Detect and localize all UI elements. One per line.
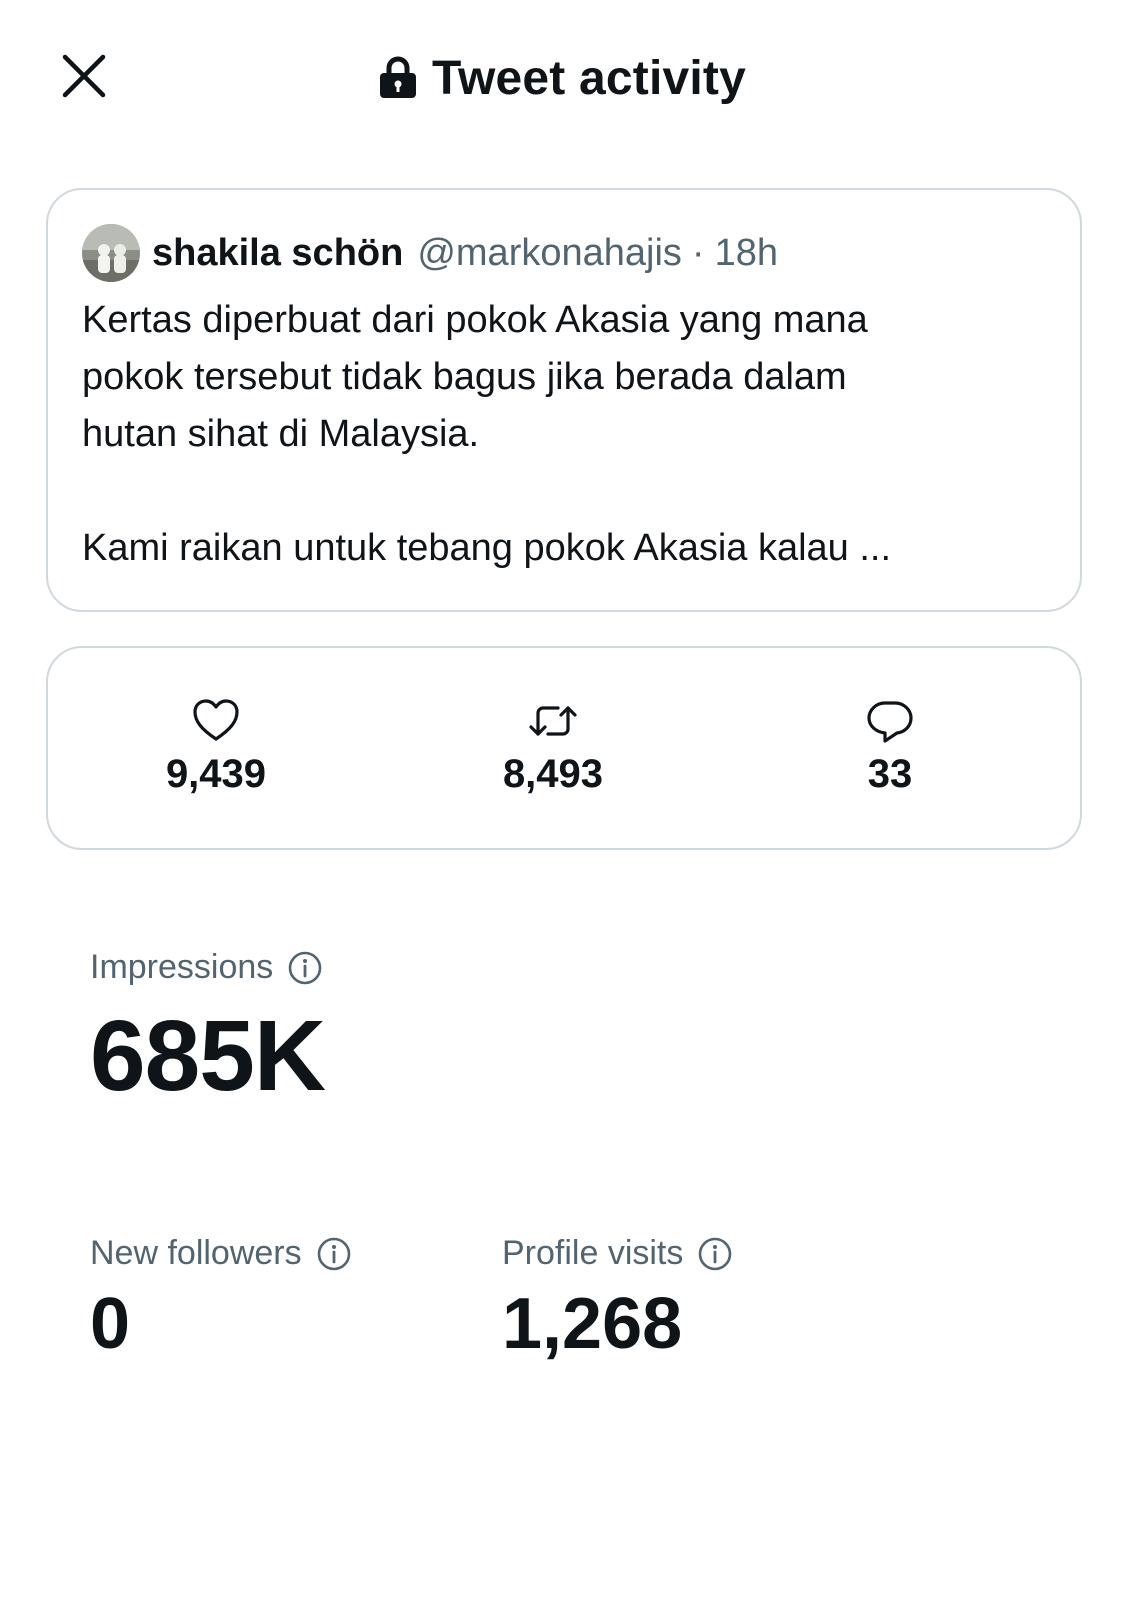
retweets-stat[interactable]: 8,493 — [453, 696, 653, 797]
tweet-text: Kertas diperbuat dari pokok Akasia yang … — [82, 292, 1046, 577]
impressions-metric: Impressions 685K — [90, 948, 326, 1112]
tweet-activity-page: Tweet activity shakila schön @markonahaj… — [0, 0, 1124, 1598]
page-title: Tweet activity — [431, 51, 747, 105]
profile-visits-metric: Profile visits 1,268 — [502, 1234, 733, 1365]
likes-count: 9,439 — [165, 752, 267, 796]
replies-count: 33 — [867, 752, 913, 796]
new-followers-metric: New followers 0 — [90, 1234, 352, 1365]
heart-icon — [191, 696, 241, 746]
new-followers-label: New followers — [90, 1234, 302, 1272]
header: Tweet activity — [0, 48, 1124, 108]
author-handle[interactable]: @markonahajis — [417, 232, 682, 275]
likes-stat[interactable]: 9,439 — [116, 696, 316, 797]
replies-stat[interactable]: 33 — [790, 696, 990, 797]
tweet-text-line: hutan sihat di Malaysia. — [82, 413, 480, 455]
author-name[interactable]: shakila schön — [152, 232, 403, 275]
tweet-card[interactable]: shakila schön @markonahajis · 18h Kertas… — [46, 188, 1082, 612]
new-followers-value: 0 — [90, 1284, 131, 1364]
profile-visits-label: Profile visits — [502, 1234, 684, 1272]
tweet-header: shakila schön @markonahajis · 18h — [82, 224, 1046, 282]
tweet-text-line: pokok tersebut tidak bagus jika berada d… — [82, 356, 847, 398]
tweet-text-line: Kertas diperbuat dari pokok Akasia yang … — [82, 299, 868, 341]
separator-dot: · — [691, 231, 705, 274]
retweets-count: 8,493 — [502, 752, 604, 796]
retweet-icon — [528, 696, 578, 746]
tweet-text-line: Kami raikan untuk tebang pokok Akasia ka… — [82, 527, 892, 569]
lock-icon — [378, 56, 418, 100]
impressions-value: 685K — [90, 1000, 326, 1112]
profile-visits-value: 1,268 — [502, 1284, 683, 1364]
impressions-label: Impressions — [90, 948, 274, 986]
engagement-card: 9,439 8,493 33 — [46, 646, 1082, 850]
tweet-time: 18h — [714, 231, 778, 274]
reply-icon — [865, 696, 915, 746]
info-icon[interactable] — [697, 1236, 733, 1272]
info-icon[interactable] — [287, 950, 323, 986]
avatar[interactable] — [82, 224, 140, 282]
info-icon[interactable] — [316, 1236, 352, 1272]
